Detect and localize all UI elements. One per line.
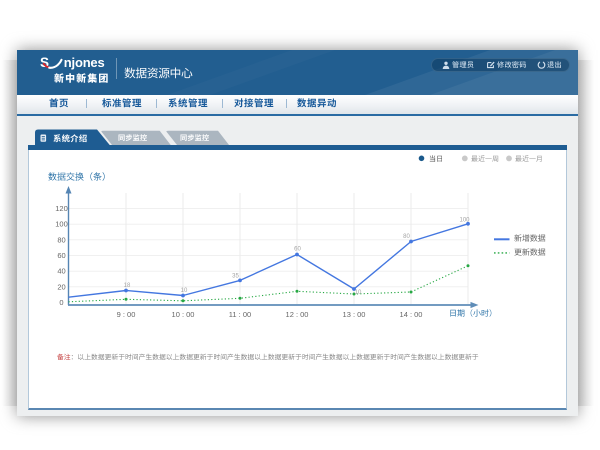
svg-text:10: 10 (181, 288, 188, 294)
svg-text:12 : 00: 12 : 00 (286, 310, 309, 319)
svg-text:18: 18 (124, 283, 131, 289)
svg-text:40: 40 (57, 267, 65, 276)
svg-text:10: 10 (355, 290, 362, 296)
svg-text:9 : 00: 9 : 00 (117, 310, 136, 319)
svg-text:80: 80 (403, 234, 410, 240)
svg-text:100: 100 (55, 220, 68, 229)
svg-text:100: 100 (459, 218, 470, 224)
svg-text:0: 0 (59, 298, 63, 307)
svg-text:11 : 00: 11 : 00 (229, 310, 251, 319)
svg-text:14 : 00: 14 : 00 (400, 310, 423, 319)
svg-text:35: 35 (232, 274, 239, 280)
svg-text:80: 80 (57, 235, 65, 244)
svg-text:60: 60 (57, 251, 65, 260)
svg-text:13 : 00: 13 : 00 (343, 310, 366, 319)
svg-text:120: 120 (55, 204, 68, 213)
svg-text:60: 60 (294, 247, 301, 253)
svg-text:10 : 00: 10 : 00 (172, 310, 195, 319)
svg-text:20: 20 (57, 282, 65, 291)
